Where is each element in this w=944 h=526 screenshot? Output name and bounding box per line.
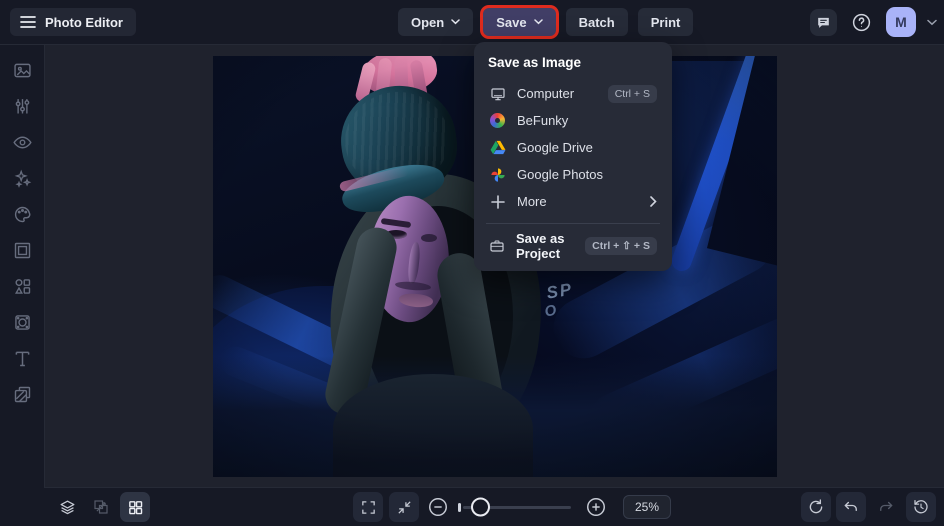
save-button[interactable]: Save — [483, 8, 556, 36]
question-icon — [851, 12, 872, 33]
transform-button[interactable] — [86, 492, 116, 522]
sparkles-icon — [12, 168, 33, 189]
sidebar-item-effects[interactable] — [10, 166, 34, 190]
menu-item-computer[interactable]: Computer Ctrl + S — [486, 80, 660, 107]
fit-to-screen-button[interactable] — [389, 492, 419, 522]
bottom-bar: 25% — [44, 487, 944, 526]
feedback-button[interactable] — [810, 8, 837, 36]
main-menu-button[interactable]: Photo Editor — [10, 8, 136, 36]
menu-item-save-as-project[interactable]: Save as Project Ctrl + ⇧ + S — [486, 231, 660, 261]
user-avatar[interactable]: M — [886, 7, 916, 37]
sidebar-item-artsy[interactable] — [10, 202, 34, 226]
help-button[interactable] — [848, 9, 875, 36]
image-icon — [12, 60, 33, 81]
hamburger-icon — [20, 15, 36, 29]
plus-icon — [489, 194, 506, 209]
redo-icon — [877, 498, 895, 516]
history-button[interactable] — [906, 492, 936, 522]
shapes-icon — [12, 276, 33, 297]
menu-divider — [486, 223, 660, 224]
shortcut-badge: Ctrl + S — [607, 84, 657, 103]
chevron-down-icon — [451, 19, 460, 25]
adjust-sliders-icon — [12, 96, 33, 117]
plus-circle-icon — [585, 496, 607, 518]
chevron-down-icon — [533, 19, 543, 25]
sidebar-item-touchup[interactable] — [10, 130, 34, 154]
tools-sidebar — [0, 44, 45, 526]
layers-button[interactable] — [52, 492, 82, 522]
computer-icon — [489, 86, 506, 102]
sidebar-item-text[interactable] — [10, 346, 34, 370]
grid-icon — [127, 499, 144, 516]
sidebar-item-textures[interactable] — [10, 382, 34, 406]
transform-icon — [92, 498, 110, 516]
zoom-slider[interactable] — [458, 497, 571, 517]
history-icon — [912, 498, 930, 516]
reset-icon — [807, 498, 825, 516]
palette-icon — [12, 204, 33, 225]
google-drive-icon — [489, 140, 506, 155]
app-title: Photo Editor — [45, 14, 123, 30]
history-tools — [801, 492, 936, 522]
batch-button[interactable]: Batch — [565, 8, 628, 36]
redo-button[interactable] — [871, 492, 901, 522]
top-bar: Photo Editor Open Save Batch Print M — [0, 0, 944, 45]
minus-circle-icon — [427, 496, 449, 518]
layer-tools — [52, 492, 150, 522]
reset-button[interactable] — [801, 492, 831, 522]
zoom-controls: 25% — [353, 492, 672, 522]
layers-icon — [58, 498, 77, 517]
zoom-level-value[interactable]: 25% — [623, 495, 672, 519]
file-actions: Open Save Batch Print — [398, 8, 694, 36]
zoom-in-button[interactable] — [583, 492, 609, 522]
briefcase-icon — [489, 238, 505, 254]
sidebar-item-frames[interactable] — [10, 238, 34, 262]
undo-button[interactable] — [836, 492, 866, 522]
undo-icon — [842, 498, 860, 516]
zoom-out-button[interactable] — [425, 492, 451, 522]
texture-icon — [12, 384, 33, 405]
menu-item-befunky[interactable]: BeFunky — [486, 107, 660, 134]
menu-item-google-photos[interactable]: Google Photos — [486, 161, 660, 188]
print-button[interactable]: Print — [637, 8, 694, 36]
zoom-slider-notch — [458, 502, 461, 512]
grid-view-button[interactable] — [120, 492, 150, 522]
sidebar-item-overlays[interactable] — [10, 310, 34, 334]
shortcut-badge: Ctrl + ⇧ + S — [585, 236, 657, 255]
sidebar-item-adjust[interactable] — [10, 94, 34, 118]
comment-icon — [816, 15, 831, 30]
sidebar-item-graphics[interactable] — [10, 274, 34, 298]
fit-to-screen-icon — [396, 499, 413, 516]
open-button[interactable]: Open — [398, 8, 474, 36]
menu-item-google-drive[interactable]: Google Drive — [486, 134, 660, 161]
google-photos-icon — [489, 167, 506, 183]
save-dropdown-menu: Save as Image Computer Ctrl + S BeFunky … — [474, 42, 672, 271]
befunky-icon — [489, 113, 506, 128]
sidebar-item-edit[interactable] — [10, 58, 34, 82]
chevron-right-icon — [650, 196, 657, 207]
fullscreen-icon — [360, 499, 377, 516]
photo-editor-app: Photo Editor Open Save Batch Print M Sav… — [0, 0, 944, 526]
zoom-slider-handle[interactable] — [471, 497, 490, 517]
menu-item-more[interactable]: More — [486, 188, 660, 215]
fullscreen-button[interactable] — [353, 492, 383, 522]
eye-icon — [12, 132, 33, 153]
account-actions: M — [810, 7, 937, 37]
overlay-icon — [12, 312, 33, 333]
account-chevron-down-icon[interactable] — [927, 19, 937, 26]
frame-icon — [12, 240, 33, 261]
text-icon — [12, 348, 33, 369]
save-menu-header: Save as Image — [488, 55, 582, 70]
